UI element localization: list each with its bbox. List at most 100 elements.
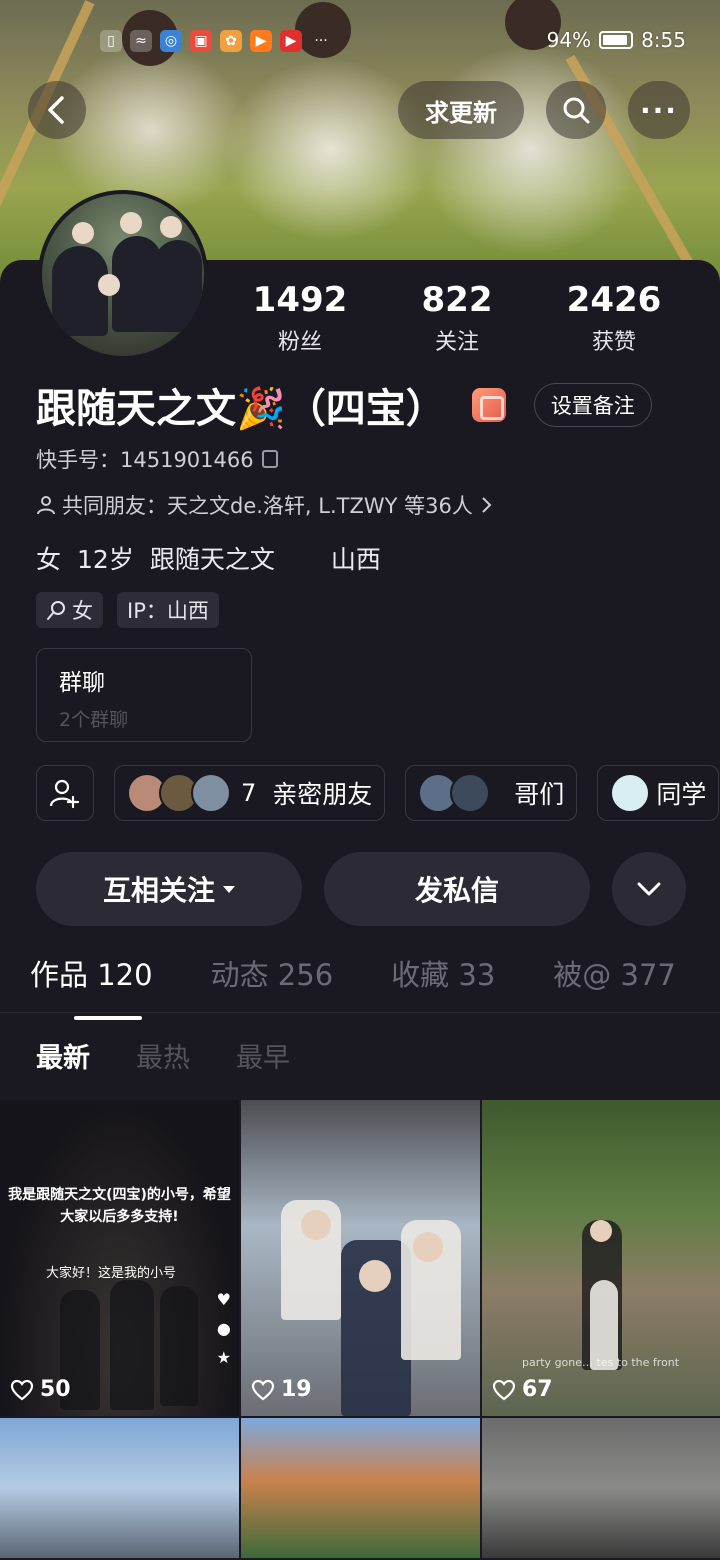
video-thumbnail[interactable] (482, 1418, 720, 1558)
heart-outline-icon (251, 1379, 275, 1400)
more-notifications-icon: ··· (314, 33, 328, 49)
add-person-icon (49, 779, 80, 809)
stat-likes[interactable]: 2426 获赞 (544, 280, 684, 356)
profile-name: 跟随天之文🎉（四宝） (36, 386, 446, 432)
more-horizontal-icon: ··· (640, 93, 678, 127)
sort-hottest[interactable]: 最热 (136, 1036, 190, 1075)
video-likes: 19 (251, 1377, 312, 1402)
gender-tag[interactable]: 女 (36, 592, 103, 628)
video-likes: 50 (10, 1377, 71, 1402)
stat-value: 2426 (566, 280, 662, 320)
video-thumbnail[interactable]: party gone… tes to the front 67 (482, 1100, 720, 1416)
notification-icons: ▯ ≈ ◎ ▣ ✿ ▶ ▶ ··· (100, 30, 332, 52)
status-right: 94% 8:55 (547, 28, 686, 52)
video-grid: 我是跟随天之文(四宝)的小号，希望大家以后多多支持! 大家好！这是我的小号 ♥ … (0, 1100, 720, 1558)
stat-label: 获赞 (591, 330, 636, 355)
tag-text: IP：山西 (127, 599, 209, 623)
video-thumbnail[interactable] (241, 1418, 480, 1558)
wifi-icon: ≈ (130, 30, 152, 52)
likes-count: 50 (40, 1377, 71, 1402)
chevron-right-icon (482, 497, 492, 513)
video-thumbnail[interactable]: 我是跟随天之文(四宝)的小号，希望大家以后多多支持! 大家好！这是我的小号 ♥ … (0, 1100, 239, 1416)
heart-icon: ♥ (216, 1290, 231, 1309)
user-id: 快手号：1451901466 (36, 448, 254, 472)
clock: 8:55 (641, 28, 686, 52)
follow-label: 互相关注 (102, 874, 215, 907)
video-subtitle: 大家好！这是我的小号 (46, 1266, 177, 1281)
caret-down-icon (223, 885, 235, 893)
app-notification-icon: ▶ (250, 30, 272, 52)
classmates-chip[interactable]: 同学 (597, 765, 720, 821)
video-thumbnail[interactable]: 19 (241, 1100, 480, 1416)
divider (0, 1012, 720, 1013)
sort-earliest[interactable]: 最早 (236, 1036, 290, 1075)
chip-label: 亲密朋友 (272, 780, 373, 809)
set-remark-button[interactable]: 设置备注 (533, 383, 652, 427)
heart-outline-icon (10, 1379, 34, 1400)
more-button[interactable]: ··· (628, 81, 690, 139)
chip-label: 哥们 (514, 780, 565, 809)
add-friend-button[interactable] (36, 765, 94, 821)
friend-avatar (191, 773, 231, 813)
tab-moments[interactable]: 动态 256 (211, 952, 334, 1012)
app-notification-icon: ▶ (280, 30, 302, 52)
tab-favorites[interactable]: 收藏 33 (391, 952, 495, 1012)
back-button[interactable] (28, 81, 86, 139)
friend-avatar (610, 773, 651, 813)
close-friends-chip[interactable]: 7 亲密朋友 (114, 765, 386, 821)
chevron-left-icon (48, 96, 64, 124)
friend-groups-row: 7 亲密朋友 哥们 同学 (36, 765, 720, 821)
chevron-down-icon (637, 882, 661, 896)
heart-outline-icon (492, 1379, 516, 1400)
tag-text: 女 (72, 599, 93, 623)
app-notification-icon: ✿ (220, 30, 242, 52)
stat-label: 关注 (434, 330, 479, 355)
send-message-button[interactable]: 发私信 (324, 852, 590, 926)
sort-latest[interactable]: 最新 (36, 1036, 90, 1075)
status-bar: ▯ ≈ ◎ ▣ ✿ ▶ ▶ ··· 94% 8:55 (0, 22, 720, 62)
buddies-chip[interactable]: 哥们 (405, 765, 578, 821)
group-chat-card[interactable]: 群聊 2个群聊 (36, 648, 252, 742)
bio-tag-text: 跟随天之文 (149, 545, 275, 574)
group-chat-title: 群聊 (59, 670, 105, 696)
tags-row: 女 IP：山西 (36, 592, 219, 628)
star-icon: ★ (216, 1348, 231, 1367)
video-likes: 67 (492, 1377, 553, 1402)
location-text: 山西 (330, 545, 381, 574)
video-side-icons: ♥ ● ★ (217, 1290, 231, 1367)
stat-following[interactable]: 822 关注 (387, 280, 527, 356)
name-row: 跟随天之文🎉（四宝） 设置备注 (36, 376, 652, 434)
app-notification-icon: ▣ (190, 30, 212, 52)
bio-info-row: 女 12岁 跟随天之文 山西 (36, 540, 397, 576)
search-person-icon (47, 601, 65, 620)
stat-followers[interactable]: 1492 粉丝 (230, 280, 370, 356)
tab-mentioned[interactable]: 被@ 377 (553, 952, 676, 1012)
sim-icon: ▯ (100, 30, 122, 52)
user-id-row: 快手号：1451901466 (36, 444, 278, 474)
stat-value: 1492 (252, 280, 348, 320)
likes-count: 19 (281, 1377, 312, 1402)
likes-count: 67 (522, 1377, 553, 1402)
mutual-friends-text: 共同朋友：天之文de.洛轩, L.TZWY 等36人 (62, 494, 473, 518)
person-icon (37, 496, 55, 515)
group-chat-count: 2个群聊 (59, 709, 129, 731)
app-notification-icon: ◎ (160, 30, 182, 52)
level-badge-icon[interactable] (471, 388, 506, 422)
profile-actions: 互相关注 发私信 (36, 852, 686, 926)
profile-avatar[interactable] (38, 190, 208, 360)
mutual-friends-row[interactable]: 共同朋友：天之文de.洛轩, L.TZWY 等36人 (36, 490, 493, 520)
video-overlay-text: party gone… tes to the front (522, 1356, 680, 1369)
copy-icon[interactable] (261, 450, 278, 468)
friend-count: 7 (241, 779, 257, 807)
stat-label: 粉丝 (277, 330, 322, 355)
request-update-button[interactable]: 求更新 (398, 81, 524, 139)
expand-button[interactable] (612, 852, 686, 926)
search-button[interactable] (546, 81, 606, 139)
video-thumbnail[interactable] (0, 1418, 239, 1558)
age-text: 12岁 (77, 545, 134, 574)
tab-works[interactable]: 作品 120 (30, 952, 153, 1020)
chip-label: 同学 (656, 780, 707, 809)
mutual-follow-button[interactable]: 互相关注 (36, 852, 302, 926)
video-caption: 我是跟随天之文(四宝)的小号，希望大家以后多多支持! (8, 1187, 231, 1225)
stat-value: 822 (421, 280, 493, 320)
